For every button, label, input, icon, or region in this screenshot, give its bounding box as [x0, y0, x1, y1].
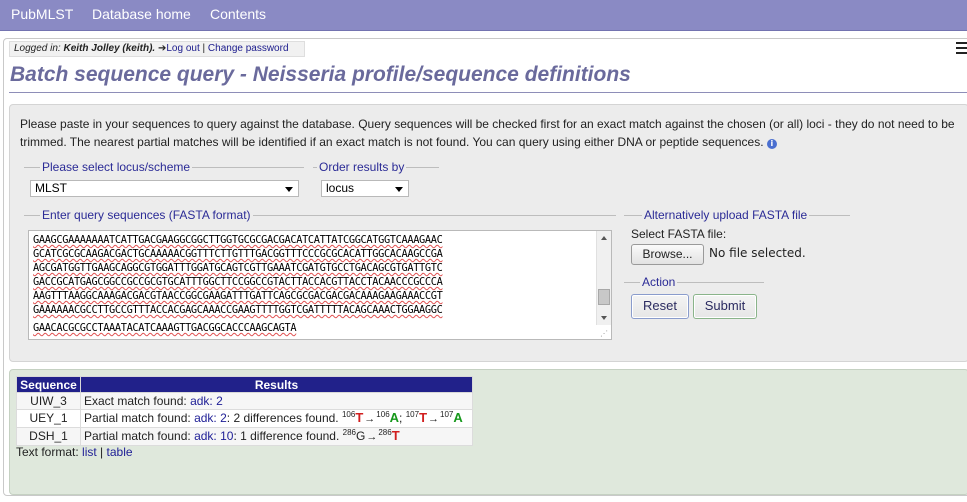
sequence-line: GAACACGCGCCTAAATACATCAAAGTTGACGGCACCCAAG…: [33, 322, 297, 334]
page-title: Batch sequence query - Neisseria profile…: [10, 63, 631, 86]
allele-link[interactable]: adk: 2: [190, 394, 223, 408]
textarea-scrollbar[interactable]: [596, 231, 611, 325]
upload-fieldset-legend: Alternatively upload FASTA file: [624, 208, 850, 222]
order-fieldset-legend: Order results by: [313, 160, 439, 174]
base-to: A: [453, 410, 463, 425]
locus-fieldset-legend: Please select locus/scheme: [24, 160, 304, 174]
result-prefix: Exact match found:: [84, 393, 187, 408]
difference-summary: : 1 difference found.: [233, 429, 340, 443]
login-separator: |: [202, 43, 206, 54]
text-format-separator: |: [100, 445, 104, 459]
chevron-down-icon: [285, 187, 293, 192]
login-prefix: Logged in:: [14, 43, 61, 54]
table-row: UEY_1 Partial match found: adk: 2: 2 dif…: [16, 409, 473, 428]
text-format-table-link[interactable]: table: [107, 445, 133, 459]
text-format-links: Text format: list | table: [16, 445, 133, 459]
scroll-up-icon[interactable]: [601, 236, 607, 240]
result-prefix: Partial match found:: [84, 411, 191, 425]
position-from: 106: [341, 410, 356, 419]
scroll-down-icon[interactable]: [601, 316, 607, 320]
text-format-label: Text format:: [16, 445, 79, 459]
resize-grip-icon[interactable]: ⋰: [600, 329, 610, 339]
column-header-sequence: Sequence: [16, 376, 81, 393]
allele-link[interactable]: adk: 10: [194, 429, 233, 443]
position-to: 106: [376, 410, 390, 419]
order-legend-label: Order results by: [317, 160, 407, 174]
table-row: UIW_3 Exact match found: adk: 2: [16, 392, 473, 410]
sequence-line: GAAAAAACGCCTTGCCGTTTACCACGAGCAAACCGAAGTT…: [33, 304, 443, 316]
file-status-text: No file selected.: [709, 246, 806, 260]
logged-in-user: Keith Jolley (keith).: [63, 43, 156, 54]
top-navigation-bar: PubMLST Database home Contents: [0, 0, 967, 31]
nav-link-pubmlst[interactable]: PubMLST: [11, 6, 73, 22]
sequence-cell: UIW_3: [16, 392, 81, 410]
nav-link-contents[interactable]: Contents: [210, 6, 266, 22]
sequence-cell: UEY_1: [16, 409, 81, 428]
base-from: G: [356, 429, 366, 443]
right-arrow-icon: →: [364, 413, 376, 425]
action-legend-label: Action: [640, 275, 678, 289]
difference-summary: : 2 differences found.: [226, 411, 339, 425]
locus-select-value: MLST: [35, 181, 68, 195]
right-arrow-icon: →: [366, 431, 378, 443]
allele-link[interactable]: adk: 2: [194, 411, 227, 425]
query-sequence-textarea[interactable]: GAAGCGAAAAAAATCATTGACGAAGGCGGCTTGGTGCGCG…: [28, 230, 612, 340]
result-prefix: Partial match found:: [84, 429, 191, 443]
login-status-box: Logged in: Keith Jolley (keith). ➔Log ou…: [9, 41, 305, 57]
sequence-line: GAAGCGAAAAAAATCATTGACGAAGGCGGCTTGGTGCGCG…: [33, 234, 443, 246]
table-row: DSH_1 Partial match found: adk: 10: 1 di…: [16, 427, 473, 446]
results-table: Sequence Results UIW_3 Exact match found…: [16, 376, 473, 446]
position-from: 107: [405, 410, 420, 419]
base-to: T: [391, 428, 400, 443]
position-to: 107: [440, 410, 454, 419]
select-fasta-label: Select FASTA file:: [631, 227, 727, 241]
right-arrow-icon: →: [428, 413, 440, 425]
intro-text-content: Please paste in your sequences to query …: [20, 117, 955, 149]
intro-text: Please paste in your sequences to query …: [20, 115, 965, 151]
change-password-link[interactable]: Change password: [208, 43, 289, 54]
text-format-list-link[interactable]: list: [82, 445, 97, 459]
position-to: 286: [378, 428, 392, 437]
base-to: A: [389, 410, 400, 425]
locus-select[interactable]: MLST: [30, 180, 299, 197]
hamburger-menu-icon[interactable]: [956, 42, 967, 56]
column-header-results: Results: [80, 376, 473, 393]
query-legend-label: Enter query sequences (FASTA format): [40, 208, 253, 222]
logout-link[interactable]: Log out: [166, 43, 199, 54]
order-select[interactable]: locus: [321, 180, 409, 197]
browse-button[interactable]: Browse...: [631, 244, 704, 265]
base-from: T: [419, 410, 428, 425]
sequence-line: AGCGATGGTTGAAGCAGGCGTGGATTTGGATGCAGTCGTT…: [33, 262, 443, 274]
result-cell: Partial match found: adk: 10: 1 differen…: [80, 427, 473, 446]
info-icon[interactable]: i: [766, 139, 777, 149]
nav-link-database-home[interactable]: Database home: [92, 6, 191, 22]
sequence-line: GCATCGCGCAAGACGACTGCAAAAACGGTTTCTTGTTTGA…: [33, 248, 443, 260]
result-cell: Exact match found: adk: 2: [80, 392, 473, 410]
locus-legend-label: Please select locus/scheme: [40, 160, 193, 174]
query-fieldset-legend: Enter query sequences (FASTA format): [24, 208, 616, 222]
position-from: 286: [342, 428, 357, 437]
submit-button[interactable]: Submit: [693, 294, 757, 319]
sequence-line: GACCGCATGAGCGGCCGCCGCGTGCATTTGGCTTCCGGCC…: [33, 276, 443, 288]
reset-button[interactable]: Reset: [631, 294, 689, 319]
chevron-down-icon: [395, 187, 403, 192]
sequence-line: AAGTTTAAGGCAAAGACGACGTAACCGGCGAAGATTTGAT…: [33, 290, 443, 302]
upload-legend-label: Alternatively upload FASTA file: [642, 208, 810, 222]
scrollbar-thumb[interactable]: [598, 289, 610, 305]
title-divider: [9, 92, 967, 93]
sequence-cell: DSH_1: [16, 427, 81, 446]
result-cell: Partial match found: adk: 2: 2 differenc…: [80, 409, 473, 428]
action-fieldset-legend: Action: [624, 275, 764, 289]
order-select-value: locus: [326, 181, 355, 195]
